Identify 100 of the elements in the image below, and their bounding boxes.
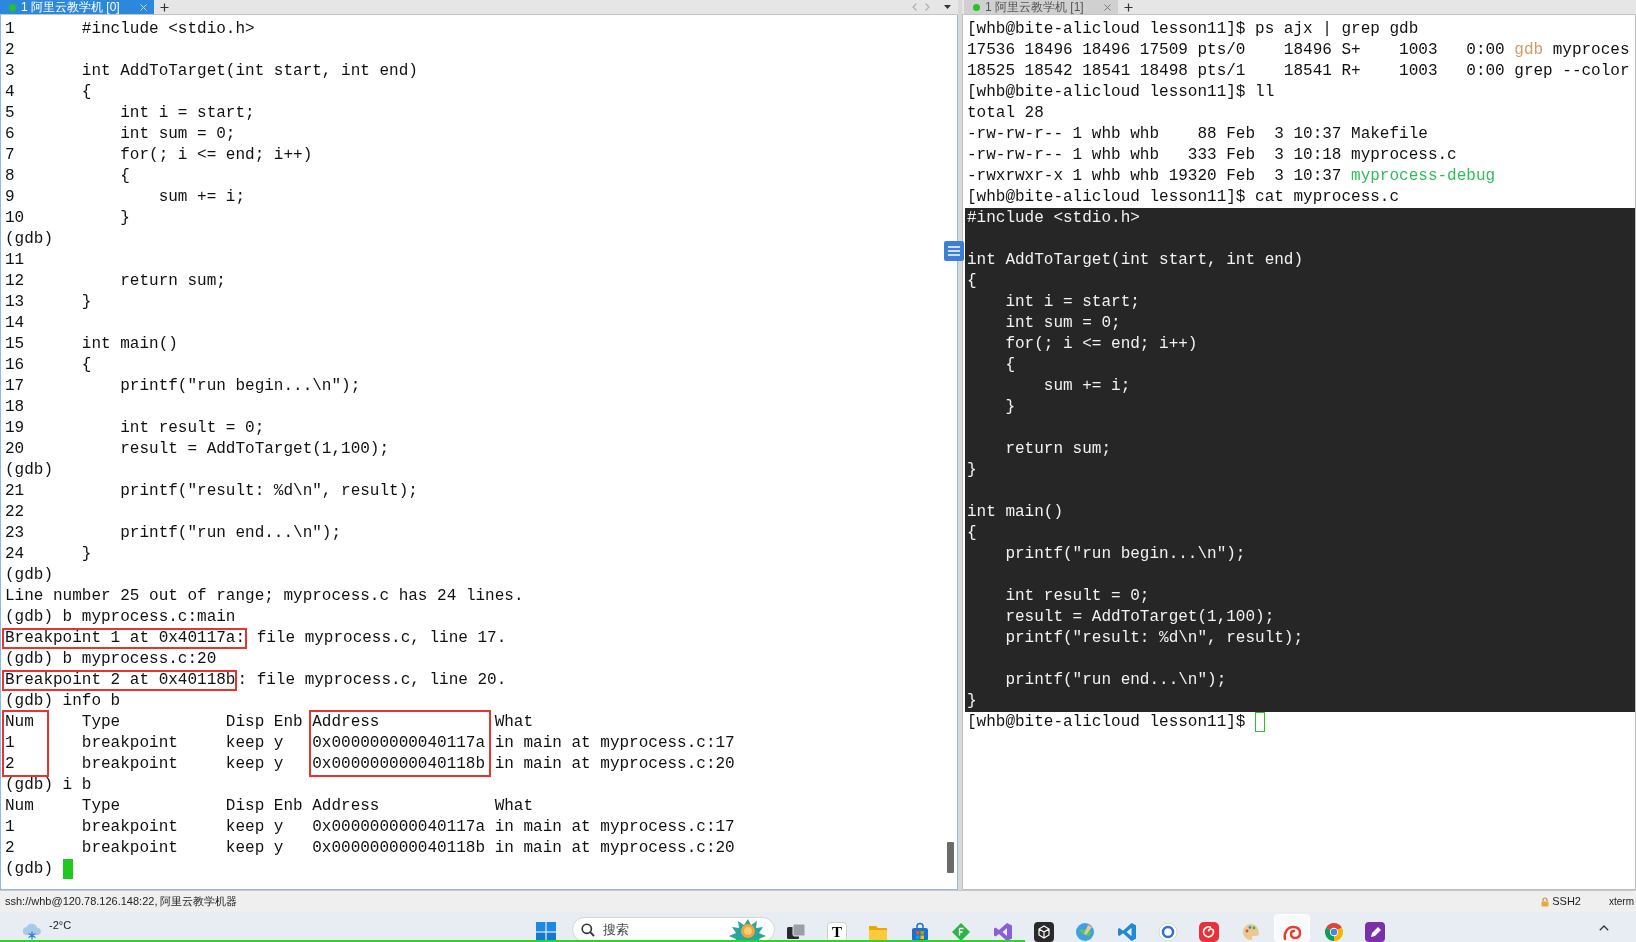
overlapping-squares-icon[interactable] bbox=[785, 922, 806, 942]
chevron-up-icon[interactable] bbox=[1599, 925, 1609, 931]
diamond-icon[interactable] bbox=[951, 922, 972, 942]
line-number: 12 bbox=[5, 271, 26, 292]
terminal-text: } bbox=[967, 691, 977, 712]
column-header: Address bbox=[312, 796, 381, 817]
code-text: for(; i <= end; i++) bbox=[119, 145, 313, 166]
line-number: 20 bbox=[5, 439, 26, 460]
code-text: #include <stdio.h> bbox=[81, 19, 255, 40]
code-text: sum += i; bbox=[157, 187, 246, 208]
close-icon[interactable] bbox=[1103, 3, 1111, 11]
line-number: 14 bbox=[5, 313, 26, 334]
terminal-tab[interactable]: 1 阿里云教学机 [1] bbox=[964, 0, 1118, 14]
code-text: printf("run end...\n"); bbox=[119, 523, 342, 544]
globe-icon[interactable] bbox=[1075, 922, 1096, 942]
line-number: 10 bbox=[5, 208, 26, 229]
terminal-text: } bbox=[967, 460, 977, 481]
terminal-text: Line number 25 out of range; myprocess.c has 24 lines. bbox=[5, 586, 524, 607]
terminal-text: result = AddToTarget(1,100); bbox=[1004, 607, 1275, 628]
column-header: Enb bbox=[273, 712, 304, 733]
cube-icon[interactable] bbox=[1033, 922, 1054, 942]
column-header: Enb bbox=[273, 796, 304, 817]
spiral-icon[interactable] bbox=[1282, 923, 1303, 942]
table-cell-text: breakpoint bbox=[81, 754, 179, 775]
line-number: 18 bbox=[5, 397, 26, 418]
highlighted-text: Breakpoint 1 at 0x40117a: bbox=[2, 628, 248, 649]
terminal-text: [whb@bite-alicloud lesson11]$ ll bbox=[967, 82, 1275, 103]
table-cell-text: keep bbox=[225, 733, 266, 754]
column-header: What bbox=[494, 712, 535, 733]
line-number: 13 bbox=[5, 292, 26, 313]
terminal-text: int result = 0; bbox=[1004, 586, 1150, 607]
folded-ribbon-icon[interactable] bbox=[1116, 922, 1137, 942]
terminal-text: myproces bbox=[1551, 40, 1630, 61]
column-header: Type bbox=[81, 796, 122, 817]
code-text: } bbox=[119, 208, 130, 229]
terminal-text: { bbox=[1004, 355, 1015, 376]
line-number: 21 bbox=[5, 481, 26, 502]
paint-palette-icon[interactable] bbox=[1240, 922, 1261, 942]
terminal-text: total 28 bbox=[967, 103, 1044, 124]
table-cell-text: 0x000000000040117a bbox=[312, 817, 487, 838]
table-cell-text: 2 bbox=[5, 754, 16, 775]
search-bar[interactable]: 搜索 bbox=[572, 917, 775, 942]
line-number: 8 bbox=[5, 166, 16, 187]
table-cell-text: breakpoint bbox=[81, 817, 179, 838]
table-cell-text: 1 bbox=[5, 817, 16, 838]
column-header: Disp bbox=[225, 796, 266, 817]
terminal-text: [whb@bite-alicloud lesson11]$ ps ajx | grep gdb bbox=[967, 19, 1419, 40]
terminal-text: [whb@bite-alicloud lesson11]$ bbox=[967, 712, 1246, 733]
table-cell-text: y bbox=[273, 817, 285, 838]
search-input[interactable]: 搜索 bbox=[603, 919, 663, 940]
snow-cloud-icon[interactable] bbox=[21, 922, 42, 940]
terminal-text: printf("run end...\n"); bbox=[1004, 670, 1227, 691]
code-text: printf("result: %d\n", result); bbox=[119, 481, 418, 502]
line-number: 4 bbox=[5, 82, 16, 103]
table-cell-text: keep bbox=[225, 754, 266, 775]
line-number: 2 bbox=[5, 40, 16, 61]
terminal-text: -rw-rw-r-- 1 whb whb 333 Feb 3 10:18 myprocess.c bbox=[967, 145, 1457, 166]
terminal-text: { bbox=[967, 523, 977, 544]
terminal-text: { bbox=[967, 271, 977, 292]
line-number: 1 bbox=[5, 19, 16, 40]
line-number: 22 bbox=[5, 502, 26, 523]
infinity-ribbon-icon[interactable] bbox=[992, 922, 1013, 942]
scrollbar-thumb[interactable] bbox=[947, 842, 954, 873]
segmented-circle-icon[interactable] bbox=[1323, 922, 1344, 942]
table-cell: in main at myprocess.c:20 bbox=[494, 754, 735, 775]
terminal-tab[interactable]: 1 阿里云教学机 [0] bbox=[0, 0, 154, 14]
caret-down-icon[interactable] bbox=[944, 5, 951, 9]
terminal-text: 17536 18496 18496 17509 pts/0 18496 S+ 1003 0:00 bbox=[967, 40, 1506, 61]
code-text: { bbox=[81, 355, 92, 376]
lock-icon bbox=[1541, 896, 1550, 907]
column-header: What bbox=[494, 796, 535, 817]
connection-info: ssh://whb@120.78.126.148:22, 阿里云教学机器 bbox=[5, 894, 238, 910]
shopping-bag-icon[interactable] bbox=[909, 922, 930, 942]
line-number: 5 bbox=[5, 103, 16, 124]
terminal-text: int main() bbox=[967, 502, 1063, 523]
terminal-text: } bbox=[1004, 397, 1015, 418]
line-number: 9 bbox=[5, 187, 16, 208]
line-number: 7 bbox=[5, 145, 16, 166]
terminal-text: (gdb) info b bbox=[5, 691, 121, 712]
terminal-text: (gdb) bbox=[5, 565, 53, 586]
temperature-label[interactable]: -2°C bbox=[49, 919, 72, 931]
line-number: 23 bbox=[5, 523, 26, 544]
terminal-text: #include <stdio.h> bbox=[967, 208, 1140, 229]
pen-tile-icon[interactable] bbox=[1364, 922, 1385, 942]
terminal-text: (gdb) bbox=[5, 460, 53, 481]
line-number: 15 bbox=[5, 334, 26, 355]
table-cell-text: 0x000000000040118b bbox=[312, 838, 487, 859]
column-header: Type bbox=[81, 712, 122, 733]
code-text: int result = 0; bbox=[119, 418, 265, 439]
column-header: Num bbox=[5, 712, 34, 733]
terminal-text: printf("result: %d\n", result); bbox=[1004, 628, 1304, 649]
table-cell: in main at myprocess.c:20 bbox=[494, 838, 735, 859]
spiral-tile-icon[interactable] bbox=[1199, 922, 1220, 942]
terminal-text: (gdb) b myprocess.c:main bbox=[5, 607, 236, 628]
menu-icon[interactable] bbox=[944, 241, 964, 261]
letter-tile-button[interactable]: T bbox=[827, 922, 848, 942]
search-icon[interactable] bbox=[581, 922, 595, 937]
table-cell-text: keep bbox=[225, 838, 266, 859]
ring-icon[interactable] bbox=[1158, 922, 1179, 942]
code-text: { bbox=[81, 82, 92, 103]
